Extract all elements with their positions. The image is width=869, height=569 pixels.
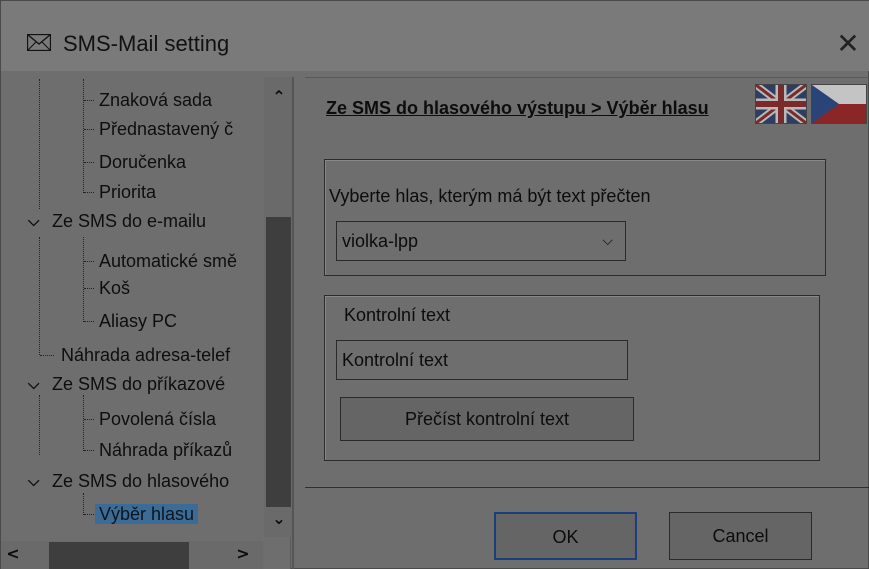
tree-item-nahrada-adresa[interactable]: Náhrada adresa-telef	[61, 342, 264, 368]
voice-select[interactable]: violka-lpp ⌵	[336, 221, 626, 261]
chevron-down-icon[interactable]: ⌵	[28, 212, 39, 230]
chevron-down-icon[interactable]: ⌵	[28, 472, 39, 490]
tree-line	[83, 237, 84, 322]
tree-vertical-scroll-thumb[interactable]	[266, 217, 291, 507]
tree-line	[84, 419, 94, 420]
control-text-title: Kontrolní text	[344, 305, 451, 325]
tree-item-znakova-sada[interactable]: Znaková sada	[99, 87, 212, 113]
tree-item-vyber-hlasu[interactable]: Výběr hlasu	[95, 501, 199, 527]
tree-line	[83, 79, 84, 193]
tree-line	[39, 395, 40, 455]
tree-item-priorita[interactable]: Priorita	[99, 179, 156, 205]
window-title: SMS-Mail setting	[63, 31, 230, 56]
tree-item-automaticke[interactable]: Automatické smě	[99, 248, 264, 274]
footer-divider	[305, 487, 869, 488]
tree-line	[84, 100, 94, 101]
tree-line	[84, 261, 94, 262]
page-breadcrumb: Ze SMS do hlasového výstupu > Výběr hlas…	[326, 98, 709, 118]
control-text-input[interactable]: Kontrolní text	[336, 340, 628, 380]
tree-item-kos[interactable]: Koš	[99, 275, 130, 301]
read-control-text-button[interactable]: Přečíst kontrolní text	[340, 397, 634, 441]
tree-line	[84, 129, 94, 130]
tree-line	[84, 162, 94, 163]
settings-dialog: SMS-Mail setting ✕ Znaková sada Přednast…	[0, 0, 869, 569]
tree-line	[84, 192, 94, 193]
header-line	[305, 77, 869, 78]
close-button[interactable]: ✕	[831, 27, 865, 61]
title-bar: SMS-Mail setting ✕	[1, 1, 869, 71]
close-icon: ✕	[836, 27, 860, 60]
chevron-down-icon: ⌵	[602, 233, 613, 249]
tree-item-aliasy-pc[interactable]: Aliasy PC	[99, 308, 177, 334]
scroll-up-icon[interactable]: ⌃	[267, 87, 291, 106]
voice-label: Vyberte hlas, kterým má být text přečten	[329, 186, 651, 206]
tree-line	[84, 514, 94, 515]
tree-item-ze-sms-do-hlasoveho[interactable]: Ze SMS do hlasového	[52, 468, 264, 494]
tree-item-ze-sms-do-prikazove[interactable]: Ze SMS do příkazové	[52, 371, 264, 397]
pane-separator	[292, 77, 294, 569]
tree-line	[84, 450, 94, 451]
tree-line	[83, 493, 84, 515]
envelope-icon	[27, 34, 51, 51]
scroll-down-icon[interactable]: ⌄	[267, 509, 291, 528]
tree-item-ze-sms-do-e-mailu[interactable]: Ze SMS do e-mailu	[52, 208, 206, 234]
tree-line	[83, 395, 84, 451]
uk-flag-icon[interactable]	[753, 82, 809, 126]
tree-line	[40, 355, 54, 356]
scroll-right-icon[interactable]: >	[233, 544, 253, 563]
czech-flag-icon[interactable]	[811, 84, 867, 124]
ok-button[interactable]: OK	[494, 512, 637, 560]
tree-line	[39, 237, 40, 355]
chevron-down-icon[interactable]: ⌵	[28, 375, 39, 393]
scroll-left-icon[interactable]: <	[3, 544, 23, 563]
tree-line	[39, 79, 40, 209]
tree-item-dorucenka[interactable]: Doručenka	[99, 149, 186, 175]
tree-item-povolena-cisla[interactable]: Povolená čísla	[99, 406, 216, 432]
cancel-button[interactable]: Cancel	[669, 512, 812, 560]
tree-line	[84, 288, 94, 289]
uk-flag-graphic	[753, 82, 809, 126]
tree-item-nahrada-prikazu[interactable]: Náhrada příkazů	[99, 437, 232, 463]
tree-line	[84, 321, 94, 322]
tree-item-prednastaveny[interactable]: Přednastavený č	[99, 116, 264, 142]
czech-flag-graphic	[812, 85, 866, 123]
tree-horizontal-scroll-thumb[interactable]	[49, 542, 189, 569]
